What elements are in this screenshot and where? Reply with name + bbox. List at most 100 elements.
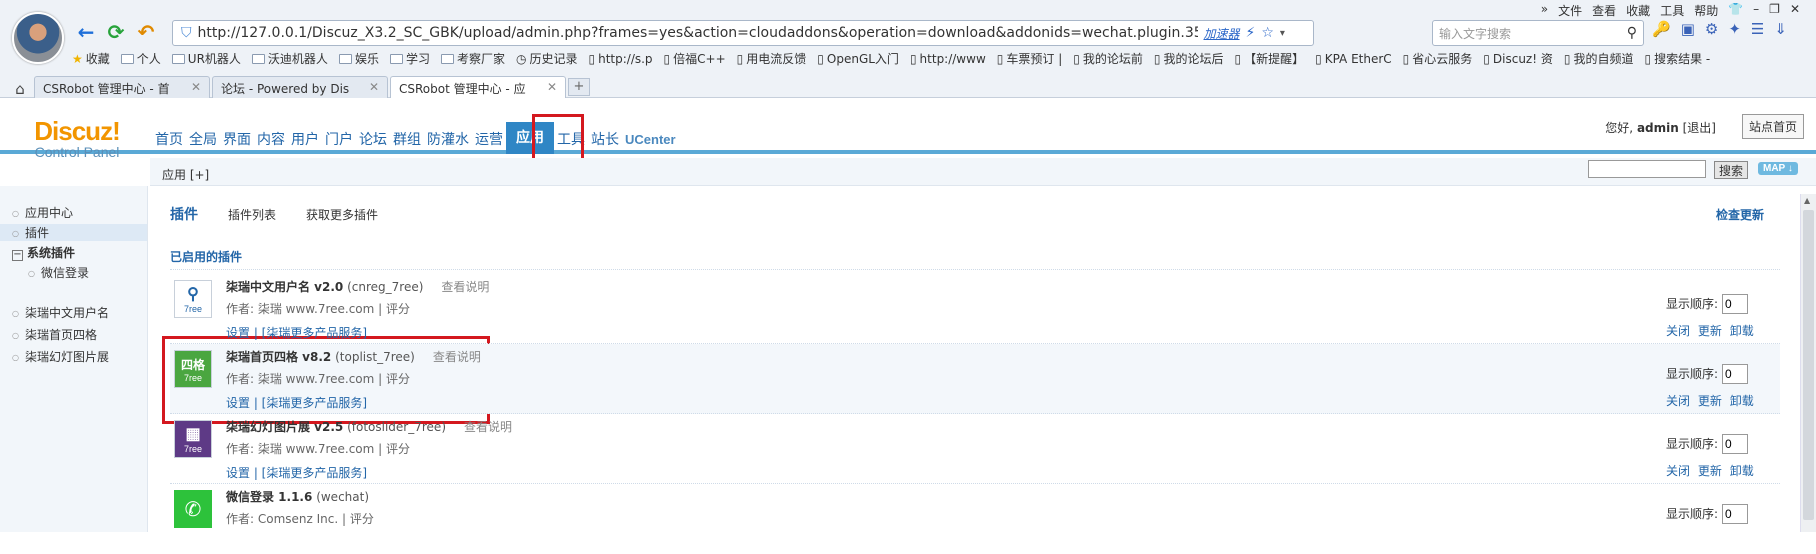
plugin-links[interactable]: 设置 | [柒瑞更多产品服务]: [226, 394, 367, 411]
close-icon[interactable]: ✕: [1790, 2, 1800, 19]
favorite-item[interactable]: ▯ 我的论坛后: [1154, 50, 1224, 67]
favorite-item[interactable]: 个人: [120, 50, 161, 67]
browser-tab[interactable]: 论坛 - Powered by Dis ✕: [212, 76, 388, 98]
favorite-item[interactable]: ▯ http://www: [910, 50, 986, 67]
sidebar-item-app-center[interactable]: 应用中心: [12, 204, 73, 221]
nav-home[interactable]: 首页: [152, 126, 186, 154]
accelerator-link[interactable]: 加速器: [1204, 25, 1240, 42]
favorite-item[interactable]: ▯ Discuz! 资: [1483, 50, 1553, 67]
favorite-item[interactable]: 学习: [389, 50, 430, 67]
nav-forum[interactable]: 论坛: [356, 126, 390, 154]
nav-groups[interactable]: 群组: [390, 126, 424, 154]
admin-search-button[interactable]: 搜索: [1714, 161, 1749, 179]
search-icon[interactable]: ⚲: [1627, 25, 1643, 41]
favorite-item[interactable]: ▯ 省心云服务: [1403, 50, 1473, 67]
vertical-scrollbar[interactable]: ▲: [1800, 194, 1816, 532]
menu-favorites[interactable]: 收藏: [1626, 2, 1650, 19]
update-link[interactable]: 更新: [1698, 464, 1722, 478]
nav-content[interactable]: 内容: [254, 126, 288, 154]
bookmark-star-icon[interactable]: ☆: [1261, 25, 1274, 41]
favorite-item[interactable]: ▯ 【新提醒】: [1234, 50, 1304, 67]
view-doc-link[interactable]: 查看说明: [441, 280, 489, 294]
sidebar-item-cnreg[interactable]: 柒瑞中文用户名: [12, 304, 109, 321]
browser-tab[interactable]: CSRobot 管理中心 - 首 ✕: [34, 76, 210, 98]
gear-icon[interactable]: ⚙: [1705, 20, 1718, 38]
collapse-toggle-icon[interactable]: −: [12, 250, 23, 261]
nav-users[interactable]: 用户: [288, 126, 322, 154]
menu-overflow[interactable]: »: [1541, 2, 1548, 19]
breadcrumb[interactable]: 应用 [+]: [162, 166, 209, 183]
user-avatar[interactable]: [12, 12, 64, 64]
favorite-item[interactable]: ▯ http://s.p: [588, 50, 652, 67]
uninstall-link[interactable]: 卸载: [1730, 464, 1754, 478]
tab-plugin-list[interactable]: 插件列表: [228, 206, 276, 223]
favorite-item[interactable]: ▯ 我的论坛前: [1073, 50, 1143, 67]
scroll-up-icon[interactable]: ▲: [1804, 196, 1810, 205]
favorite-item[interactable]: ▯ KPA EtherC: [1315, 50, 1392, 67]
plugin-links[interactable]: 设置 | [柒瑞更多产品服务]: [226, 324, 367, 341]
map-button[interactable]: MAP ↓: [1758, 162, 1798, 175]
plugin-links[interactable]: 设置 | [柒瑞更多产品服务]: [226, 464, 367, 481]
update-link[interactable]: 更新: [1698, 324, 1722, 338]
disable-link[interactable]: 关闭: [1666, 394, 1690, 408]
check-update-link[interactable]: 检查更新: [1716, 206, 1764, 223]
close-tab-icon[interactable]: ✕: [369, 80, 379, 95]
logout-link[interactable]: [退出]: [1683, 121, 1716, 135]
sidebar-item-plugins[interactable]: 插件: [0, 224, 147, 241]
menu-file[interactable]: 文件: [1558, 2, 1582, 19]
nav-ucenter[interactable]: UCenter: [622, 126, 679, 154]
browser-tab-active[interactable]: CSRobot 管理中心 - 应 ✕: [390, 76, 566, 98]
favorite-item[interactable]: 娱乐: [338, 50, 379, 67]
order-input[interactable]: [1722, 504, 1749, 524]
minimize-icon[interactable]: –: [1753, 2, 1759, 19]
nav-portal[interactable]: 门户: [322, 126, 356, 154]
favorite-item[interactable]: UR机器人: [171, 50, 241, 67]
undo-icon[interactable]: ↶: [134, 20, 158, 44]
order-input[interactable]: [1722, 294, 1749, 314]
browser-search-input[interactable]: 输入文字搜索 ⚲: [1432, 20, 1644, 46]
shirt-icon[interactable]: 👕: [1728, 2, 1743, 19]
url-dropdown-icon[interactable]: ▾: [1280, 28, 1285, 39]
order-input[interactable]: [1722, 364, 1749, 384]
sidebar-group-system-plugins[interactable]: − 系统插件: [12, 244, 75, 261]
nav-interface[interactable]: 界面: [220, 126, 254, 154]
settings-icon[interactable]: ✦: [1728, 20, 1741, 38]
refresh-icon[interactable]: ⟳: [104, 20, 128, 44]
update-link[interactable]: 更新: [1698, 394, 1722, 408]
favorite-item[interactable]: ▯ 搜索结果 -: [1645, 50, 1711, 67]
address-bar[interactable]: ⛉ http://127.0.0.1/Discuz_X3.2_SC_GBK/up…: [172, 20, 1314, 46]
back-arrow-icon[interactable]: ←: [74, 20, 98, 44]
favorite-item[interactable]: ▯ 我的自频道: [1564, 50, 1634, 67]
site-home-button[interactable]: 站点首页: [1741, 114, 1804, 139]
sidebar-item-fotoslider[interactable]: 柒瑞幻灯图片展: [12, 348, 109, 365]
tab-plugins[interactable]: 插件: [170, 204, 198, 224]
download-icon[interactable]: ⇓: [1774, 20, 1787, 38]
favorite-item[interactable]: 沃迪机器人: [251, 50, 328, 67]
nav-global[interactable]: 全局: [186, 126, 220, 154]
menu-view[interactable]: 查看: [1592, 2, 1616, 19]
close-tab-icon[interactable]: ✕: [547, 80, 557, 95]
sidebar-item-wechat-login[interactable]: 微信登录: [28, 264, 89, 281]
favorite-item[interactable]: ▯ 用电流反馈: [737, 50, 807, 67]
nav-antispam[interactable]: 防灌水: [424, 126, 472, 154]
disable-link[interactable]: 关闭: [1666, 324, 1690, 338]
nav-webmaster[interactable]: 站长: [588, 126, 622, 154]
favorite-item[interactable]: ▯ 车票预订 |: [997, 50, 1062, 67]
new-tab-button[interactable]: +: [568, 78, 590, 96]
menu-tools[interactable]: 工具: [1660, 2, 1684, 19]
favorite-item[interactable]: ★ 收藏: [72, 50, 110, 67]
tab-get-more[interactable]: 获取更多插件: [306, 206, 378, 223]
home-icon[interactable]: ⌂: [8, 80, 32, 98]
close-tab-icon[interactable]: ✕: [191, 80, 201, 95]
disable-link[interactable]: 关闭: [1666, 464, 1690, 478]
view-doc-link[interactable]: 查看说明: [433, 350, 481, 364]
uninstall-link[interactable]: 卸载: [1730, 324, 1754, 338]
menu-help[interactable]: 帮助: [1694, 2, 1718, 19]
extension-icon[interactable]: ▣: [1681, 20, 1695, 38]
scrollbar-thumb[interactable]: [1803, 210, 1814, 520]
url-text[interactable]: http://127.0.0.1/Discuz_X3.2_SC_GBK/uplo…: [198, 25, 1198, 41]
favorite-item[interactable]: ▯ 倍福C++: [664, 50, 726, 67]
order-input[interactable]: [1722, 434, 1749, 454]
lightning-icon[interactable]: ⚡: [1246, 25, 1256, 41]
key-icon[interactable]: 🔑: [1652, 20, 1671, 38]
